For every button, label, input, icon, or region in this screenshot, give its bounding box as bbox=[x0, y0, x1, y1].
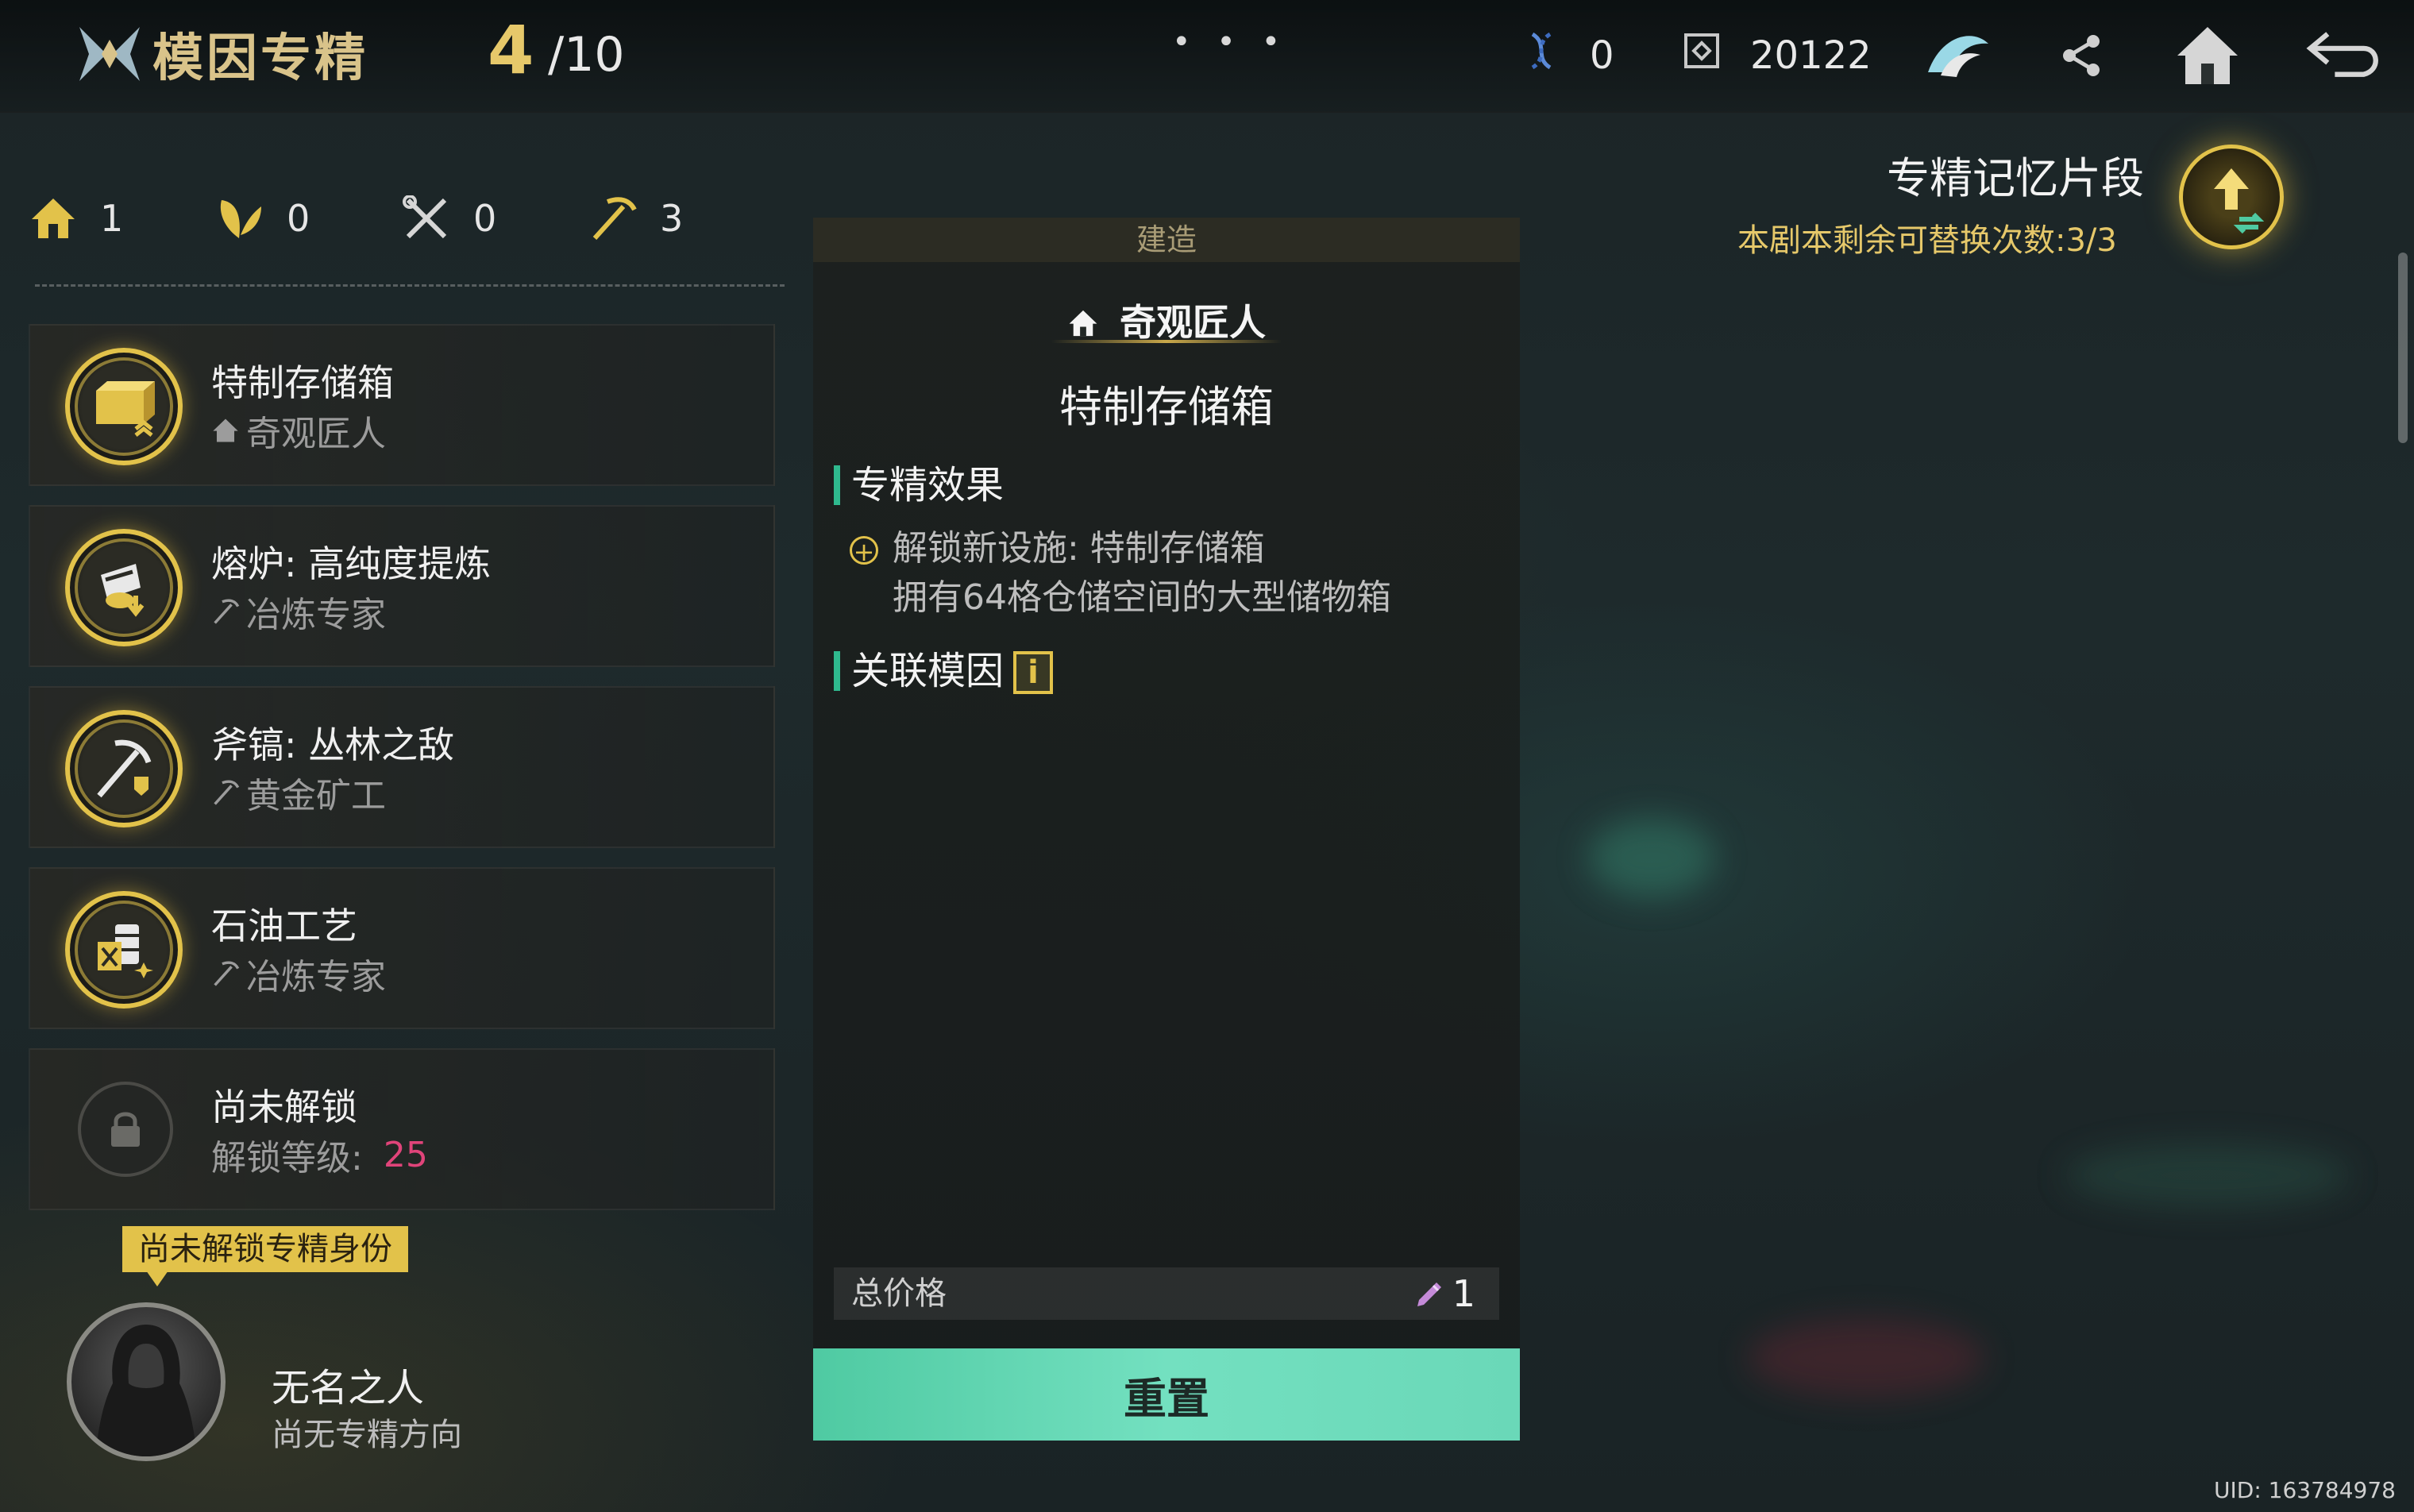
user-id: UID: 163784978 bbox=[2214, 1477, 2396, 1503]
total-price-number: 1 bbox=[1452, 1272, 1475, 1315]
profession-label: 黄金矿工 bbox=[246, 776, 386, 816]
memory-fragment-button[interactable] bbox=[2179, 145, 2284, 249]
detail-category: 建造 bbox=[813, 218, 1520, 262]
tools-icon bbox=[403, 195, 447, 239]
category-mining[interactable]: 3 bbox=[588, 183, 775, 254]
effect-description: + 解锁新设施: 特制存储箱 拥有64格仓储空间的大型储物箱 bbox=[850, 524, 1391, 623]
progress-total: /10 bbox=[548, 27, 625, 83]
specialization-name: 特制存储箱 bbox=[211, 361, 394, 404]
effect-section-header: 专精效果 bbox=[834, 465, 1004, 505]
home-button[interactable] bbox=[2168, 16, 2247, 95]
memory-fragment-title: 专精记忆片段 bbox=[1887, 153, 2144, 203]
wing-emblem-icon bbox=[1928, 36, 1988, 77]
house-icon bbox=[32, 199, 75, 238]
reset-button[interactable]: 重置 bbox=[813, 1348, 1520, 1441]
pickaxe-icon bbox=[214, 780, 240, 805]
background-glow bbox=[1588, 818, 1715, 897]
specialization-name: 斧镐: 丛林之敌 bbox=[211, 723, 455, 766]
background-glow bbox=[2065, 1144, 2350, 1207]
storage-box-icon bbox=[65, 348, 183, 465]
share-icon bbox=[2063, 35, 2100, 76]
info-button[interactable]: i bbox=[1013, 651, 1053, 694]
coin-count: 20122 bbox=[1750, 33, 1872, 78]
profession-label: 冶炼专家 bbox=[246, 957, 386, 997]
progress-current: 4 bbox=[488, 11, 534, 89]
unlock-level-value: 25 bbox=[383, 1134, 428, 1175]
lock-icon bbox=[78, 1082, 173, 1177]
detail-item-name: 特制存储箱 bbox=[1059, 382, 1274, 432]
specialization-card[interactable]: 斧镐: 丛林之敌 黄金矿工 bbox=[29, 686, 775, 848]
identity-locked-tag: 尚未解锁专精身份 bbox=[122, 1226, 408, 1272]
category-mining-count: 3 bbox=[660, 197, 684, 240]
locked-slot-name: 尚未解锁 bbox=[211, 1086, 357, 1128]
furnace-icon bbox=[65, 529, 183, 646]
profession-label: 奇观匠人 bbox=[246, 414, 386, 454]
category-crafting-count: 0 bbox=[473, 197, 497, 240]
dna-count: 0 bbox=[1590, 33, 1614, 78]
related-meme-header: 关联模因 bbox=[834, 651, 1004, 691]
crystal-icon bbox=[1417, 1282, 1441, 1306]
locked-specialization-slot[interactable]: 尚未解锁 解锁等级: 25 bbox=[29, 1048, 775, 1210]
right-scrollbar[interactable] bbox=[2398, 253, 2408, 443]
dna-resource: 0 bbox=[1521, 24, 1614, 87]
specialization-profession: 奇观匠人 bbox=[211, 405, 386, 456]
locked-slot-level: 解锁等级: 25 bbox=[211, 1129, 428, 1180]
specialization-profession: 冶炼专家 bbox=[211, 948, 386, 999]
category-counters: 1 0 0 3 bbox=[29, 183, 775, 254]
emblem-button[interactable] bbox=[1918, 16, 1998, 95]
unlock-level-label: 解锁等级: bbox=[211, 1138, 363, 1178]
identity-name: 无名之人 bbox=[272, 1366, 425, 1410]
back-button[interactable] bbox=[2306, 16, 2385, 95]
category-farming[interactable]: 0 bbox=[215, 183, 402, 254]
pickaxe-icon bbox=[214, 599, 240, 624]
memory-replace-count: 本剧本剩余可替换次数:3/3 bbox=[1737, 222, 2117, 259]
detail-panel: 建造 奇观匠人 特制存储箱 专精效果 + 解锁新设施: 特制存储箱 拥有64格仓储… bbox=[813, 218, 1520, 1441]
specialization-name: 熔炉: 高纯度提炼 bbox=[211, 542, 492, 585]
meme-logo-icon bbox=[76, 22, 143, 86]
category-building[interactable]: 1 bbox=[29, 183, 215, 254]
effect-line-1: 解锁新设施: 特制存储箱 bbox=[893, 528, 1265, 569]
currency-icon bbox=[1682, 31, 1722, 80]
specialization-card[interactable]: 熔炉: 高纯度提炼 冶炼专家 bbox=[29, 505, 775, 667]
profession-label: 冶炼专家 bbox=[246, 595, 386, 635]
leaf-icon bbox=[220, 200, 261, 238]
home-icon bbox=[2177, 27, 2238, 84]
total-price-bar: 总价格 1 bbox=[834, 1267, 1499, 1320]
identity-avatar[interactable] bbox=[67, 1302, 226, 1461]
hooded-figure-icon bbox=[95, 1325, 197, 1456]
category-divider bbox=[35, 284, 785, 287]
category-crafting[interactable]: 0 bbox=[402, 183, 588, 254]
more-menu-button[interactable]: • • • bbox=[1172, 24, 1288, 60]
detail-faction: 奇观匠人 bbox=[813, 294, 1520, 346]
dna-icon bbox=[1521, 31, 1561, 80]
specialization-card[interactable]: 石油工艺 冶炼专家 bbox=[29, 867, 775, 1029]
category-building-count: 1 bbox=[100, 197, 124, 240]
total-price-value: 1 bbox=[1416, 1267, 1475, 1320]
back-arrow-icon bbox=[2306, 32, 2378, 77]
category-farming-count: 0 bbox=[287, 197, 310, 240]
axe-pickaxe-icon bbox=[65, 710, 183, 827]
share-button[interactable] bbox=[2042, 16, 2122, 95]
coin-resource: 20122 bbox=[1682, 24, 1872, 87]
specialization-profession: 冶炼专家 bbox=[211, 586, 386, 637]
total-price-label: 总价格 bbox=[851, 1275, 947, 1312]
top-bar: 模因专精 4 /10 • • • 0 20122 bbox=[0, 0, 2414, 113]
specialization-card[interactable]: 特制存储箱 奇观匠人 bbox=[29, 324, 775, 486]
identity-tag-pointer bbox=[146, 1271, 168, 1286]
house-icon bbox=[213, 418, 238, 442]
house-icon bbox=[1069, 310, 1097, 337]
background-glow bbox=[1747, 1318, 1985, 1398]
detail-faction-label: 奇观匠人 bbox=[1120, 301, 1266, 344]
identity-subtitle: 尚无专精方向 bbox=[272, 1417, 462, 1453]
specialization-name: 石油工艺 bbox=[211, 904, 357, 947]
effect-line-2: 拥有64格仓储空间的大型储物箱 bbox=[893, 577, 1391, 618]
specialization-profession: 黄金矿工 bbox=[211, 767, 386, 818]
pickaxe-icon bbox=[214, 961, 240, 986]
plus-circle-icon: + bbox=[850, 536, 878, 565]
upgrade-swap-icon bbox=[2214, 168, 2265, 234]
oil-barrel-icon bbox=[65, 891, 183, 1009]
pickaxe-icon bbox=[592, 197, 637, 241]
page-title: 模因专精 bbox=[152, 29, 368, 88]
